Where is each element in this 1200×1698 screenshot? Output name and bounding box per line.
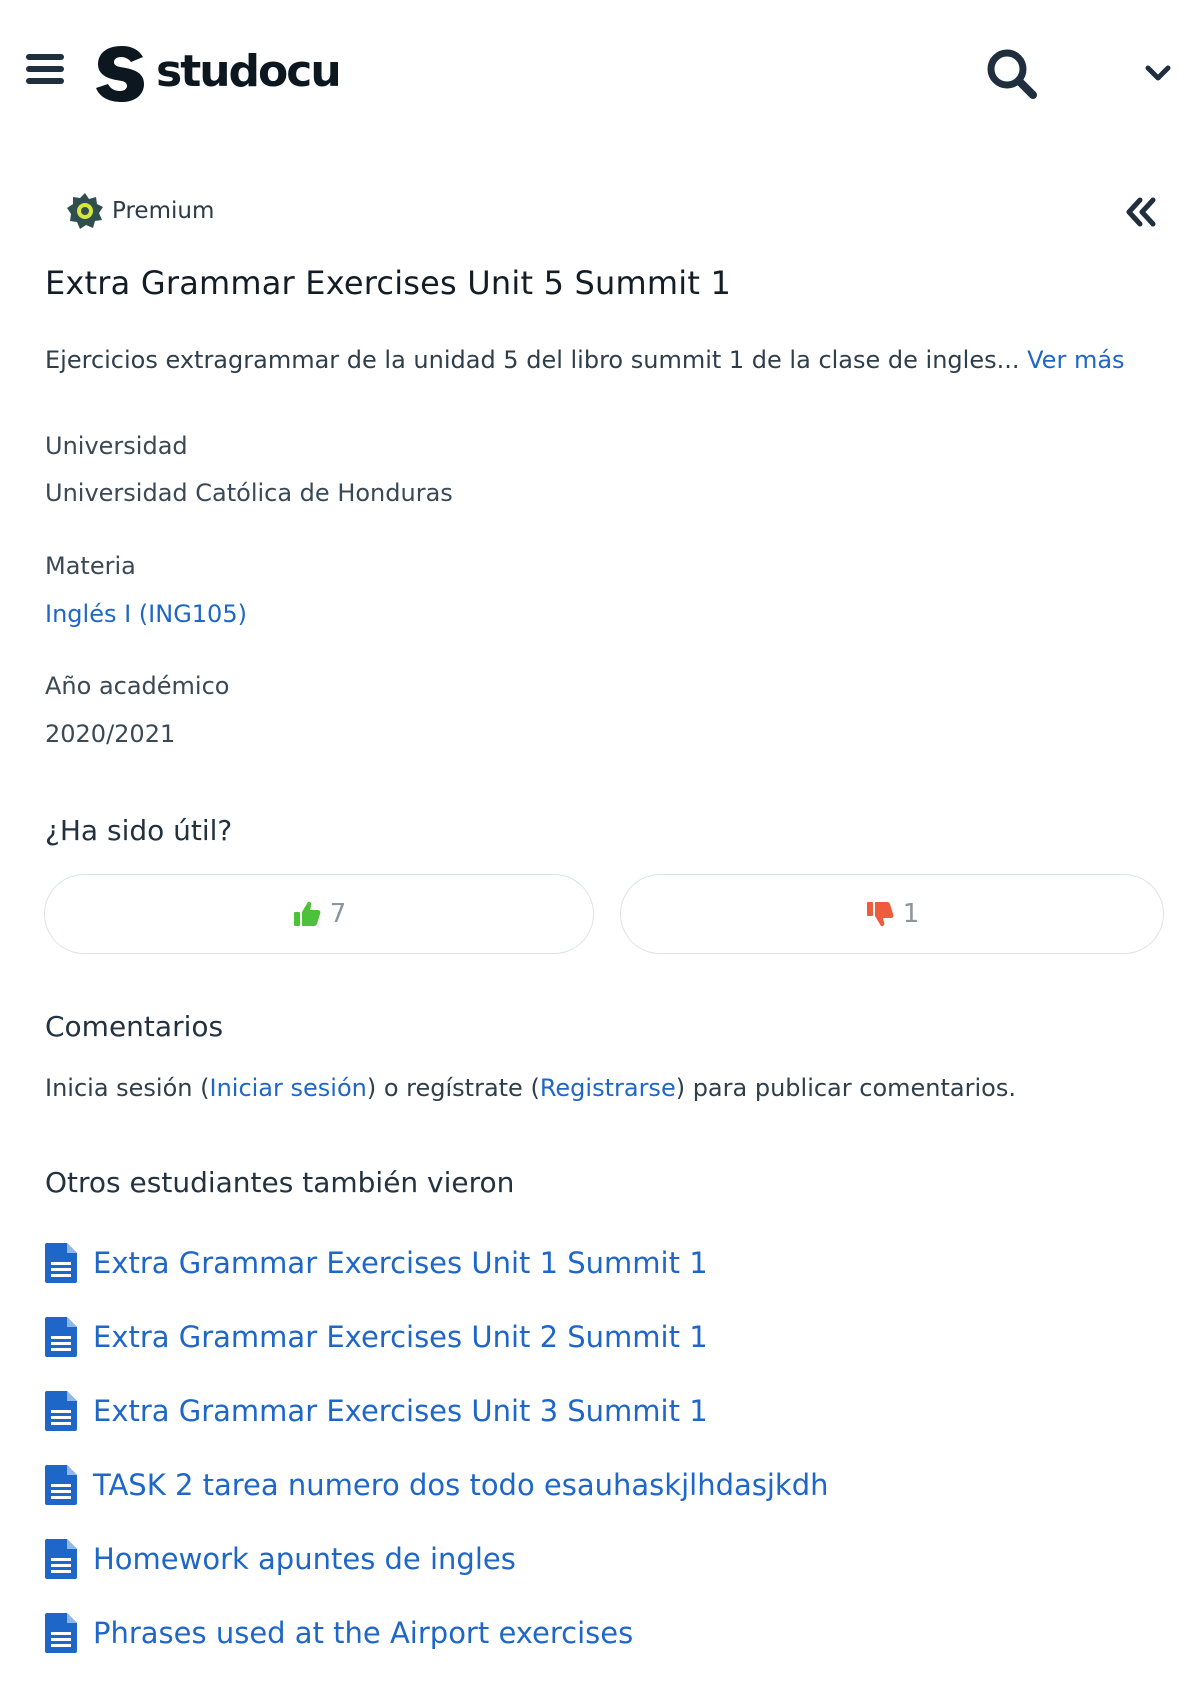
premium-badge: Premium (66, 192, 214, 230)
account-dropdown-button[interactable] (1140, 56, 1180, 92)
related-document-link[interactable]: TASK 2 tarea numero dos todo esauhaskjlh… (45, 1448, 829, 1522)
comments-heading: Comentarios (45, 1010, 224, 1043)
collapse-sidebar-button[interactable] (1120, 192, 1160, 232)
subject-link[interactable]: Inglés I (ING105) (45, 600, 247, 628)
description-text: Ejercicios extragrammar de la unidad 5 d… (45, 346, 1020, 374)
studocu-logo-mark (96, 46, 144, 102)
studocu-logo[interactable]: studocu (92, 40, 342, 106)
search-icon (987, 49, 1037, 99)
thumbs-down-icon (866, 902, 894, 927)
document-icon (45, 1465, 77, 1505)
related-documents-list: Extra Grammar Exercises Unit 1 Summit 1 … (45, 1226, 829, 1670)
related-document-title: Extra Grammar Exercises Unit 1 Summit 1 (93, 1246, 708, 1280)
register-link[interactable]: Registrarse (540, 1074, 676, 1102)
logo-text: studocu (156, 45, 342, 97)
university-label: Universidad (45, 432, 188, 460)
related-document-link[interactable]: Extra Grammar Exercises Unit 1 Summit 1 (45, 1226, 829, 1300)
related-document-link[interactable]: Phrases used at the Airport exercises (45, 1596, 829, 1670)
related-document-link[interactable]: Extra Grammar Exercises Unit 3 Summit 1 (45, 1374, 829, 1448)
dislike-button[interactable]: 1 (620, 874, 1164, 954)
thumbs-up-icon (293, 901, 321, 926)
document-title: Extra Grammar Exercises Unit 5 Summit 1 (45, 264, 732, 302)
related-document-title: Homework apuntes de ingles (93, 1542, 516, 1576)
document-icon (45, 1539, 77, 1579)
hamburger-icon (26, 54, 64, 60)
comments-login-prompt: Inicia sesión (Iniciar sesión) o regístr… (45, 1074, 1016, 1102)
login-link[interactable]: Iniciar sesión (209, 1074, 366, 1102)
double-chevron-left-icon (1126, 197, 1156, 227)
see-more-link[interactable]: Ver más (1027, 346, 1124, 374)
related-document-title: Extra Grammar Exercises Unit 2 Summit 1 (93, 1320, 708, 1354)
year-value: 2020/2021 (45, 720, 176, 748)
document-icon (45, 1317, 77, 1357)
subject-label: Materia (45, 552, 136, 580)
document-icon (45, 1391, 77, 1431)
dislike-count: 1 (902, 899, 920, 929)
document-description: Ejercicios extragrammar de la unidad 5 d… (45, 346, 1125, 374)
related-heading: Otros estudiantes también vieron (45, 1166, 515, 1199)
chevron-down-icon (1145, 65, 1171, 81)
like-count: 7 (329, 899, 347, 929)
document-icon (45, 1613, 77, 1653)
top-header: studocu (0, 0, 1200, 150)
premium-label: Premium (112, 198, 215, 224)
related-document-title: TASK 2 tarea numero dos todo esauhaskjlh… (93, 1468, 829, 1502)
related-document-link[interactable]: Extra Grammar Exercises Unit 2 Summit 1 (45, 1300, 829, 1374)
university-value: Universidad Católica de Honduras (45, 479, 453, 507)
search-button[interactable] (984, 46, 1040, 102)
premium-star-icon (67, 193, 103, 229)
menu-button[interactable] (26, 54, 68, 88)
helpful-heading: ¿Ha sido útil? (45, 814, 233, 847)
document-icon (45, 1243, 77, 1283)
related-document-title: Extra Grammar Exercises Unit 3 Summit 1 (93, 1394, 708, 1428)
like-button[interactable]: 7 (44, 874, 594, 954)
related-document-link[interactable]: Homework apuntes de ingles (45, 1522, 829, 1596)
related-document-title: Phrases used at the Airport exercises (93, 1616, 634, 1650)
year-label: Año académico (45, 672, 230, 700)
